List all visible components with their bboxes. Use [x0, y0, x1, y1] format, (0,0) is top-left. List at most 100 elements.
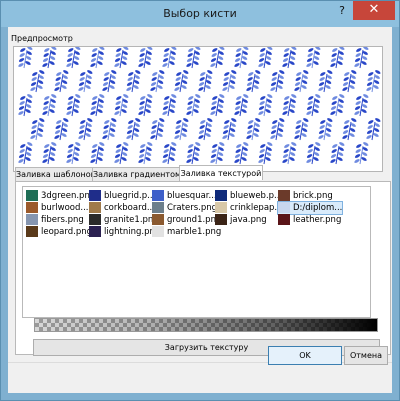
- texture-item[interactable]: Craters.png: [152, 202, 217, 214]
- leaf-motif: [330, 142, 345, 165]
- preview-label: Предпросмотр: [11, 34, 73, 43]
- close-button[interactable]: ✕: [353, 1, 395, 20]
- texture-list[interactable]: 3dgreen.png bluegrid.p... bluesquar... blue…: [22, 186, 371, 318]
- tab-gradient-fill[interactable]: Заливка градиентом: [92, 167, 181, 181]
- leaf-motif: [174, 70, 189, 93]
- leaf-motif: [114, 47, 129, 69]
- texture-swatch-icon: [215, 214, 227, 225]
- help-button[interactable]: ?: [332, 1, 352, 21]
- leaf-motif: [42, 142, 57, 165]
- dialog-client-area: Предпросмотр Заливка шаблоном Заливка гр…: [8, 27, 392, 393]
- title-bar[interactable]: Выбор кисти ? ✕: [1, 1, 399, 27]
- texture-swatch-icon: [26, 190, 38, 201]
- leaf-motif: [258, 94, 273, 117]
- leaf-motif: [222, 70, 237, 93]
- tab-pattern-fill[interactable]: Заливка шаблоном: [15, 167, 97, 181]
- preview-pattern: [18, 47, 381, 165]
- texture-swatch-icon: [26, 226, 38, 237]
- leaf-motif: [78, 70, 93, 93]
- texture-swatch-icon: [26, 214, 38, 225]
- leaf-motif: [30, 118, 45, 141]
- texture-item[interactable]: lightning.png: [89, 226, 160, 238]
- leaf-motif: [42, 47, 57, 69]
- leaf-motif: [150, 118, 165, 141]
- texture-swatch-icon: [278, 190, 290, 201]
- ok-button[interactable]: OK: [268, 346, 342, 365]
- leaf-motif: [246, 70, 261, 93]
- leaf-motif: [270, 70, 285, 93]
- leaf-motif: [138, 142, 153, 165]
- texture-item[interactable]: 3dgreen.png: [26, 190, 95, 202]
- leaf-motif: [354, 47, 369, 69]
- leaf-motif: [114, 142, 129, 165]
- texture-label: corkboard....: [104, 203, 158, 213]
- leaf-motif: [222, 118, 237, 141]
- texture-item[interactable]: ground1.pn...: [152, 214, 224, 226]
- leaf-motif: [18, 142, 33, 165]
- texture-item[interactable]: java.png: [215, 214, 267, 226]
- leaf-motif: [90, 94, 105, 117]
- leaf-motif: [138, 47, 153, 69]
- leaf-motif: [186, 47, 201, 69]
- leaf-motif: [366, 118, 381, 141]
- texture-item[interactable]: bluegrid.p...: [89, 190, 155, 202]
- leaf-motif: [18, 94, 33, 117]
- leaf-motif: [174, 118, 189, 141]
- leaf-motif: [114, 94, 129, 117]
- texture-swatch-icon: [152, 214, 164, 225]
- texture-swatch-icon: [152, 226, 164, 237]
- texture-swatch-icon: [152, 190, 164, 201]
- texture-item[interactable]: brick.png: [278, 190, 333, 202]
- cancel-button[interactable]: Отмена: [344, 346, 388, 365]
- leaf-motif: [330, 47, 345, 69]
- leaf-motif: [90, 47, 105, 69]
- texture-swatch-icon: [278, 202, 290, 213]
- preview-area: [13, 46, 383, 172]
- texture-label: brick.png: [293, 191, 333, 201]
- texture-item[interactable]: leather.png: [278, 214, 341, 226]
- texture-item[interactable]: crinklepap...: [215, 202, 283, 214]
- texture-item[interactable]: corkboard....: [89, 202, 158, 214]
- texture-label: java.png: [230, 215, 267, 225]
- leaf-motif: [198, 118, 213, 141]
- leaf-motif: [258, 47, 273, 69]
- texture-label: burlwood....: [41, 203, 92, 213]
- texture-swatch-icon: [89, 202, 101, 213]
- leaf-motif: [342, 118, 357, 141]
- leaf-motif: [18, 47, 33, 69]
- texture-item[interactable]: bluesquar...: [152, 190, 217, 202]
- texture-item[interactable]: burlwood....: [26, 202, 91, 214]
- leaf-motif: [318, 70, 333, 93]
- leaf-motif: [126, 70, 141, 93]
- leaf-motif: [294, 70, 309, 93]
- leaf-motif: [162, 47, 177, 69]
- leaf-motif: [330, 94, 345, 117]
- texture-swatch-icon: [152, 202, 164, 213]
- dialog-window: Выбор кисти ? ✕ Предпросмотр Заливка шаб…: [0, 0, 400, 401]
- leaf-motif: [162, 94, 177, 117]
- texture-swatch-icon: [89, 214, 101, 225]
- texture-label: fibers.png: [41, 215, 84, 225]
- texture-swatch-icon: [215, 190, 227, 201]
- leaf-motif: [66, 142, 81, 165]
- leaf-motif: [126, 118, 141, 141]
- leaf-motif: [354, 94, 369, 117]
- leaf-motif: [354, 142, 369, 165]
- texture-item[interactable]: marble1.png: [152, 226, 221, 238]
- leaf-motif: [54, 118, 69, 141]
- texture-item[interactable]: leopard.png: [26, 226, 92, 238]
- texture-item[interactable]: blueweb.p...: [215, 190, 282, 202]
- leaf-motif: [78, 118, 93, 141]
- texture-label: marble1.png: [167, 227, 222, 237]
- leaf-motif: [150, 70, 165, 93]
- leaf-motif: [234, 47, 249, 69]
- texture-item[interactable]: fibers.png: [26, 214, 84, 226]
- leaf-motif: [162, 142, 177, 165]
- texture-item[interactable]: granite1.png: [89, 214, 159, 226]
- leaf-motif: [306, 94, 321, 117]
- texture-swatch-icon: [278, 214, 290, 225]
- tab-texture-fill[interactable]: Заливка текстурой: [179, 165, 263, 180]
- leaf-motif: [42, 94, 57, 117]
- leaf-motif: [234, 94, 249, 117]
- texture-item[interactable]: D:/diplom...: [276, 201, 344, 215]
